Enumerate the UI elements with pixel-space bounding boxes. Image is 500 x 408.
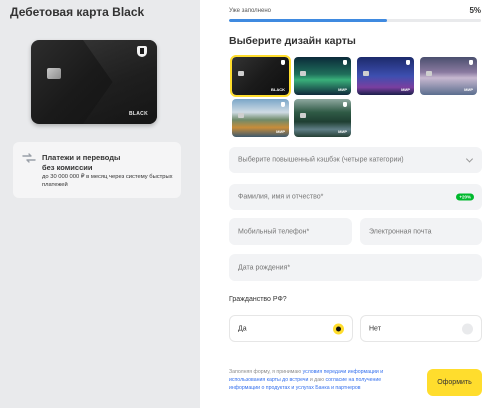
design-label: МИР	[276, 129, 285, 134]
citizenship-yes-label: Да	[238, 325, 247, 332]
bank-logo-icon	[281, 102, 285, 107]
transfer-icon	[22, 153, 36, 163]
citizenship-yes-option[interactable]: Да	[229, 315, 353, 342]
bank-logo-icon	[343, 60, 347, 65]
design-option-mountain-lake[interactable]: МИР	[232, 99, 289, 137]
design-section-title: Выберите дизайн карты	[229, 35, 356, 47]
card-preview: BLACK	[31, 40, 157, 124]
design-option-aurora[interactable]: МИР	[294, 57, 351, 95]
design-label: BLACK	[271, 87, 285, 92]
progress-bonus-badge: +20%	[456, 193, 474, 201]
design-option-forest-river[interactable]: МИР	[294, 99, 351, 137]
chip-icon	[300, 113, 306, 118]
design-label: МИР	[464, 87, 473, 92]
birthdate-placeholder: Дата рождения*	[238, 264, 291, 271]
citizenship-no-label: Нет	[369, 325, 381, 332]
cashback-select[interactable]: Выберите повышенный кэшбэк (четыре катег…	[229, 147, 482, 173]
benefit-description: до 30 000 000 ₽ в месяц через систему бы…	[42, 174, 173, 188]
chevron-down-icon	[465, 155, 474, 163]
design-option-black[interactable]: BLACK	[230, 55, 291, 97]
chip-icon	[47, 68, 61, 79]
email-placeholder: Электронная почта	[369, 228, 432, 235]
bank-logo-icon	[281, 60, 285, 65]
progress-label: Уже заполнено	[229, 8, 271, 14]
radio-selected-icon	[333, 323, 344, 334]
bank-logo-icon	[343, 102, 347, 107]
progress-bar-fill	[229, 19, 387, 22]
design-option-night-city[interactable]: МИР	[357, 57, 414, 95]
bank-logo-icon	[406, 60, 410, 65]
chip-icon	[426, 71, 432, 76]
citizenship-no-option[interactable]: Нет	[360, 315, 482, 342]
cashback-select-placeholder: Выберите повышенный кэшбэк (четыре катег…	[238, 156, 404, 164]
bank-logo-icon	[469, 60, 473, 65]
chip-icon	[300, 71, 306, 76]
citizenship-label: Гражданство РФ?	[229, 296, 287, 303]
radio-unselected-icon	[462, 323, 473, 334]
page-title: Дебетовая карта Black	[10, 5, 145, 19]
phone-placeholder: Мобильный телефон*	[238, 228, 310, 235]
chip-icon	[363, 71, 369, 76]
chip-icon	[238, 113, 244, 118]
benefit-title-line2: без комиссии	[42, 163, 93, 172]
benefit-card: Платежи и переводы без комиссии до 30 00…	[13, 142, 181, 198]
design-label: МИР	[338, 87, 347, 92]
design-label: МИР	[338, 129, 347, 134]
legal-text: Заполняя форму, я принимаю условия перед…	[229, 368, 397, 392]
design-label: МИР	[401, 87, 410, 92]
chip-icon	[238, 71, 244, 76]
design-option-ice-lake[interactable]: МИР	[420, 57, 477, 95]
fio-field[interactable]: Фамилия, имя и отчество* +20%	[229, 184, 482, 210]
left-panel: Дебетовая карта Black BLACK Платежи и пе…	[0, 0, 200, 408]
birthdate-field[interactable]: Дата рождения*	[229, 254, 482, 281]
progress-value: 5%	[469, 6, 481, 15]
legal-text-part2: и даю	[308, 377, 326, 383]
progress-bar	[229, 19, 481, 22]
phone-field[interactable]: Мобильный телефон*	[229, 218, 352, 245]
bank-logo-icon	[137, 46, 147, 57]
fio-placeholder: Фамилия, имя и отчество*	[238, 193, 324, 201]
submit-button[interactable]: Оформить	[427, 369, 482, 396]
email-field[interactable]: Электронная почта	[360, 218, 482, 245]
benefit-title-line1: Платежи и переводы	[42, 153, 121, 162]
legal-text-part1: Заполняя форму, я принимаю	[229, 369, 303, 375]
card-brand-label: BLACK	[129, 111, 148, 117]
